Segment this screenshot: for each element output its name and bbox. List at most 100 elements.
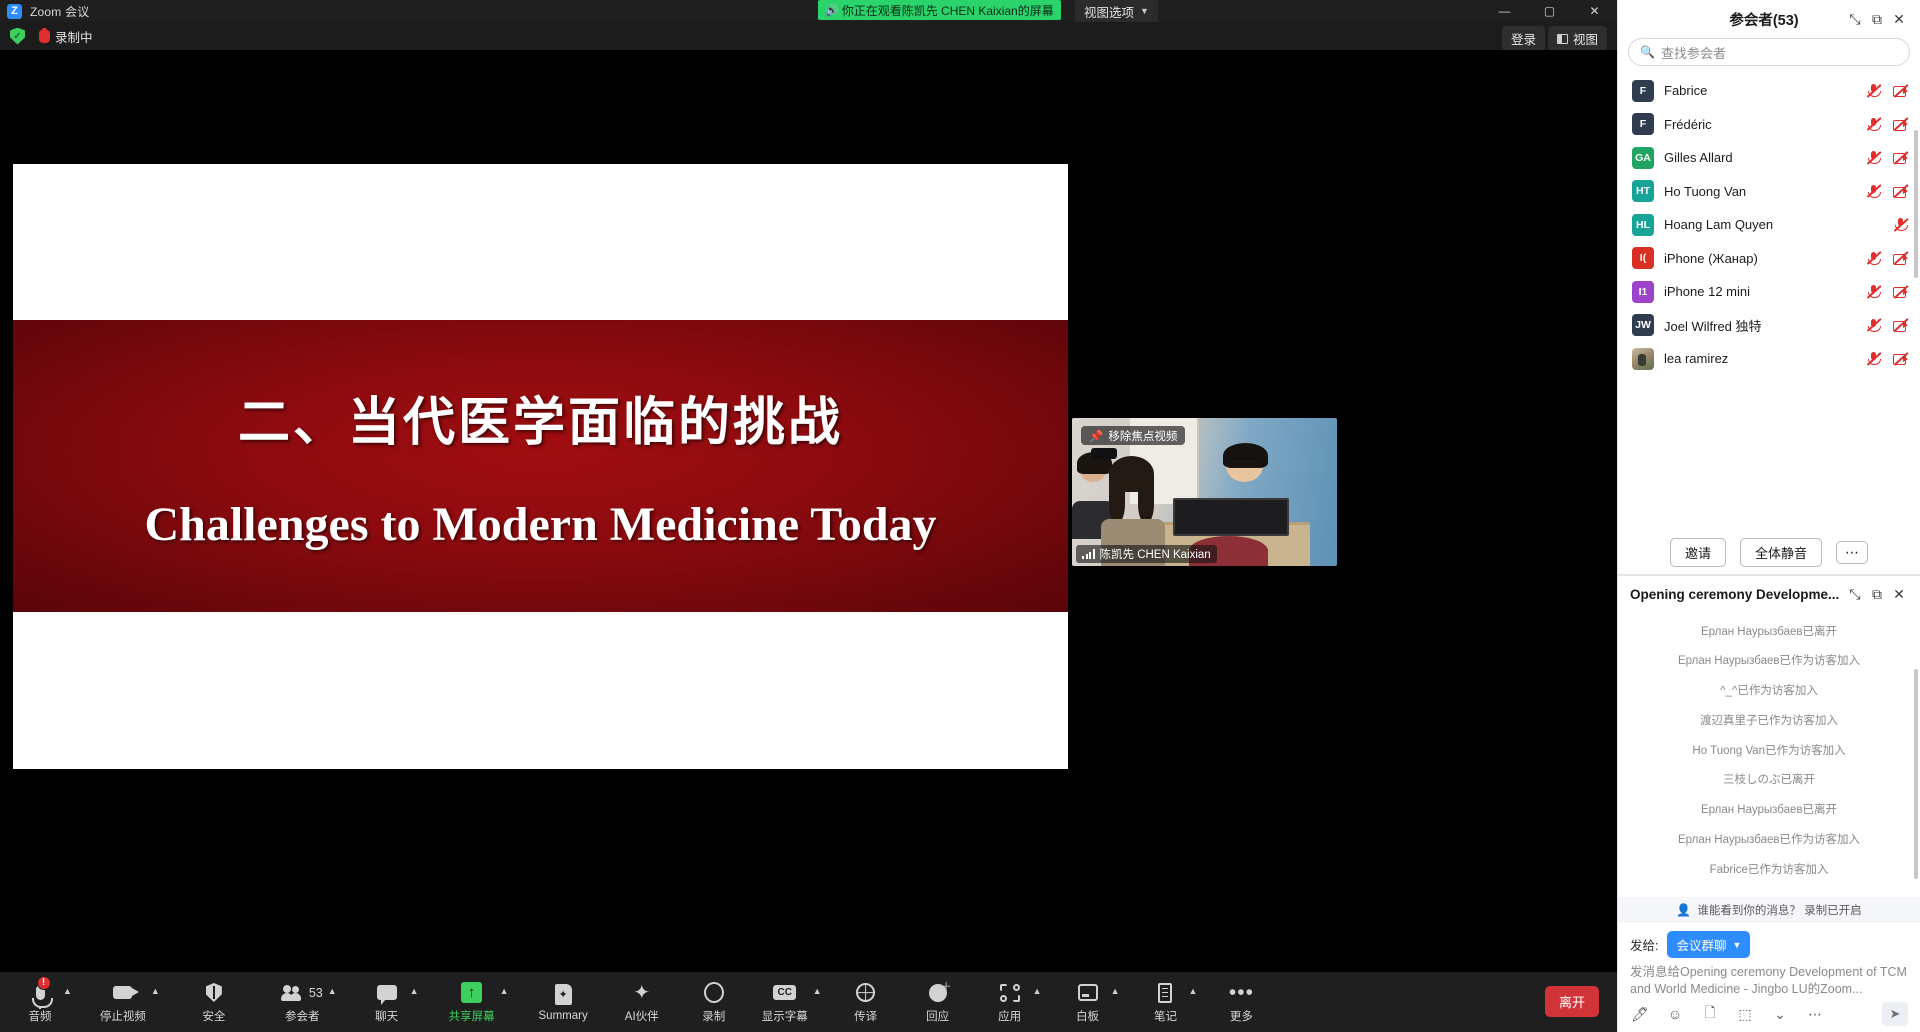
participant-row[interactable]: JW Joel Wilfred 独特 <box>1618 309 1920 343</box>
encryption-shield-icon[interactable] <box>10 27 25 45</box>
shared-screen-area[interactable]: 二、当代医学面临的挑战 Challenges to Modern Medicin… <box>5 132 1068 802</box>
minimize-button[interactable]: — <box>1482 0 1527 22</box>
close-participants-icon[interactable]: ✕ <box>1888 8 1910 30</box>
camera-off-icon[interactable] <box>1893 184 1909 199</box>
mic-muted-icon[interactable] <box>1866 150 1882 165</box>
toolbar-button-security[interactable]: 安全 <box>192 974 236 1030</box>
camera-off-icon[interactable] <box>1893 251 1909 266</box>
recording-indicator[interactable]: 录制中 <box>39 27 93 46</box>
participant-row[interactable]: F Fabrice <box>1618 74 1920 108</box>
participant-row[interactable]: GA Gilles Allard <box>1618 141 1920 175</box>
chat-options-caret[interactable]: ▲ <box>410 986 419 996</box>
participant-row[interactable]: F Frédéric <box>1618 108 1920 142</box>
participant-name: Ho Tuong Van <box>1664 183 1747 199</box>
camera-off-icon[interactable] <box>1893 318 1909 333</box>
participant-row[interactable]: lea ramirez <box>1618 342 1920 376</box>
whiteboard-options-caret[interactable]: ▲ <box>1111 986 1120 996</box>
maximize-button[interactable]: ▢ <box>1527 0 1572 22</box>
mic-muted-icon[interactable] <box>1866 184 1882 199</box>
mic-muted-icon[interactable] <box>1893 217 1909 232</box>
toolbar-button-ai-companion[interactable]: ✦ AI伙伴 <box>620 974 664 1030</box>
camera-off-icon[interactable] <box>1893 150 1909 165</box>
captions-options-caret[interactable]: ▲ <box>813 986 822 996</box>
camera-off-icon[interactable] <box>1893 117 1909 132</box>
toolbar-label-chat: 聊天 <box>375 1010 399 1023</box>
audio-options-caret[interactable]: ▲ <box>63 986 72 996</box>
mute-all-button[interactable]: 全体静音 <box>1740 537 1823 567</box>
close-window-button[interactable]: ✕ <box>1572 0 1617 22</box>
search-participants-input[interactable]: 🔍 查找参会者 <box>1628 38 1910 66</box>
format-text-icon[interactable]: 🖊 <box>1631 1006 1649 1022</box>
camera-off-icon[interactable] <box>1893 284 1909 299</box>
avatar <box>1632 347 1654 370</box>
toolbar-group-notes: 笔记 ▲ <box>1143 974 1197 1030</box>
participant-row[interactable]: HL Hoang Lam Quyen <box>1618 208 1920 242</box>
collapse-icon[interactable]: ⤡ <box>1844 584 1866 606</box>
chevron-down-icon[interactable]: ⌄ <box>1772 1006 1788 1022</box>
popout-icon[interactable]: ⧉ <box>1866 584 1888 606</box>
toolbar-button-record[interactable]: 录制 <box>692 974 736 1030</box>
popout-icon[interactable]: ⧉ <box>1866 8 1888 30</box>
invite-button[interactable]: 邀请 <box>1669 537 1726 567</box>
close-chat-icon[interactable]: ✕ <box>1888 584 1910 606</box>
chat-message-input[interactable]: 发消息给Opening ceremony Development of TCM … <box>1618 964 1920 998</box>
toolbar-group-participants: 53 参会者 ▲ <box>278 974 337 1030</box>
mic-muted-icon[interactable] <box>1866 117 1882 132</box>
mic-muted-icon[interactable] <box>1866 318 1882 333</box>
toolbar-label-audio: 音频 <box>28 1010 52 1023</box>
apps-options-caret[interactable]: ▲ <box>1033 986 1042 996</box>
participant-row[interactable]: I1 iPhone 12 mini <box>1618 275 1920 309</box>
file-icon[interactable]: 🗋 <box>1702 1004 1718 1022</box>
send-message-button[interactable]: ➤ <box>1882 1002 1908 1026</box>
video-options-caret[interactable]: ▲ <box>151 986 160 996</box>
chat-scrollbar[interactable] <box>1914 668 1918 879</box>
notes-options-caret[interactable]: ▲ <box>1188 986 1197 996</box>
participants-list[interactable]: F Fabrice F Frédéric GA Gilles Allard HT… <box>1618 74 1920 531</box>
mic-muted-icon[interactable] <box>1866 83 1882 98</box>
remove-spotlight-button[interactable]: 📌 移除焦点视频 <box>1081 426 1186 445</box>
toolbar-button-more[interactable]: ••• 更多 <box>1219 974 1263 1030</box>
chat-system-message: Fabrice已作为访客加入 <box>1709 863 1829 876</box>
chat-messages-list[interactable]: Ерлан Наурызбаев已离开 Ерлан Наурызбаев已作为访… <box>1618 614 1920 898</box>
view-button[interactable]: 视图 <box>1547 26 1607 51</box>
toolbar-button-audio[interactable]: ! 音频 <box>18 974 62 1030</box>
participant-row[interactable]: HT Ho Tuong Van <box>1618 175 1920 209</box>
toolbar-button-whiteboard[interactable]: 白板 <box>1066 974 1110 1030</box>
toolbar-button-reactions[interactable]: 回应 <box>916 974 960 1030</box>
emoji-icon[interactable]: ☺ <box>1667 1006 1683 1022</box>
screenshot-icon[interactable]: ⬚ <box>1737 1006 1753 1022</box>
toolbar-button-summary[interactable]: Summary <box>535 974 592 1030</box>
toolbar-button-apps[interactable]: 应用 <box>988 974 1032 1030</box>
speaker-video-thumbnail[interactable]: 📌 移除焦点视频 陈凯先 CHEN Kaixian <box>1072 418 1337 566</box>
view-options-button[interactable]: 视图选项 ▼ <box>1075 0 1158 22</box>
toolbar-button-interpretation[interactable]: 传译 <box>844 974 888 1030</box>
toolbar-button-share-screen[interactable]: 共享屏幕 <box>445 974 499 1030</box>
participants-scrollbar[interactable] <box>1914 130 1918 278</box>
toolbar-button-participants[interactable]: 53 参会者 <box>278 974 327 1030</box>
more-options-icon[interactable]: ⋯ <box>1807 1006 1823 1022</box>
toolbar-label-reactions: 回应 <box>926 1010 950 1023</box>
mic-muted-icon[interactable] <box>1866 351 1882 366</box>
chat-system-message: Ерлан Наурызбаев已作为访客加入 <box>1677 834 1861 847</box>
mic-muted-icon[interactable] <box>1866 284 1882 299</box>
summary-icon <box>554 983 572 1007</box>
participant-row[interactable]: I( iPhone (Жанар) <box>1618 242 1920 276</box>
meeting-status-bar: 录制中 登录 视图 <box>0 22 1617 51</box>
camera-off-icon[interactable] <box>1893 83 1909 98</box>
whiteboard-icon <box>1077 981 1098 1005</box>
leave-meeting-button[interactable]: 离开 <box>1544 986 1599 1017</box>
toolbar-group-chat: 聊天 ▲ <box>365 974 419 1030</box>
collapse-icon[interactable]: ⤡ <box>1844 8 1866 30</box>
share-options-caret[interactable]: ▲ <box>500 986 509 996</box>
chat-recipient-dropdown[interactable]: 会议群聊 ▼ <box>1667 931 1751 959</box>
toolbar-button-captions[interactable]: CC 显示字幕 <box>758 974 812 1030</box>
toolbar-button-notes[interactable]: 笔记 <box>1143 974 1187 1030</box>
toolbar-button-chat[interactable]: 聊天 <box>365 974 409 1030</box>
participants-more-button[interactable]: ⋯ <box>1836 540 1869 564</box>
chat-visibility-notice[interactable]: 👤 谁能看到你的消息？ 录制已开启 <box>1618 897 1920 924</box>
mic-muted-icon[interactable] <box>1866 251 1882 266</box>
toolbar-button-stop-video[interactable]: 停止视频 <box>96 974 150 1030</box>
participants-options-caret[interactable]: ▲ <box>328 986 337 996</box>
login-button[interactable]: 登录 <box>1501 26 1545 51</box>
camera-off-icon[interactable] <box>1893 351 1909 366</box>
